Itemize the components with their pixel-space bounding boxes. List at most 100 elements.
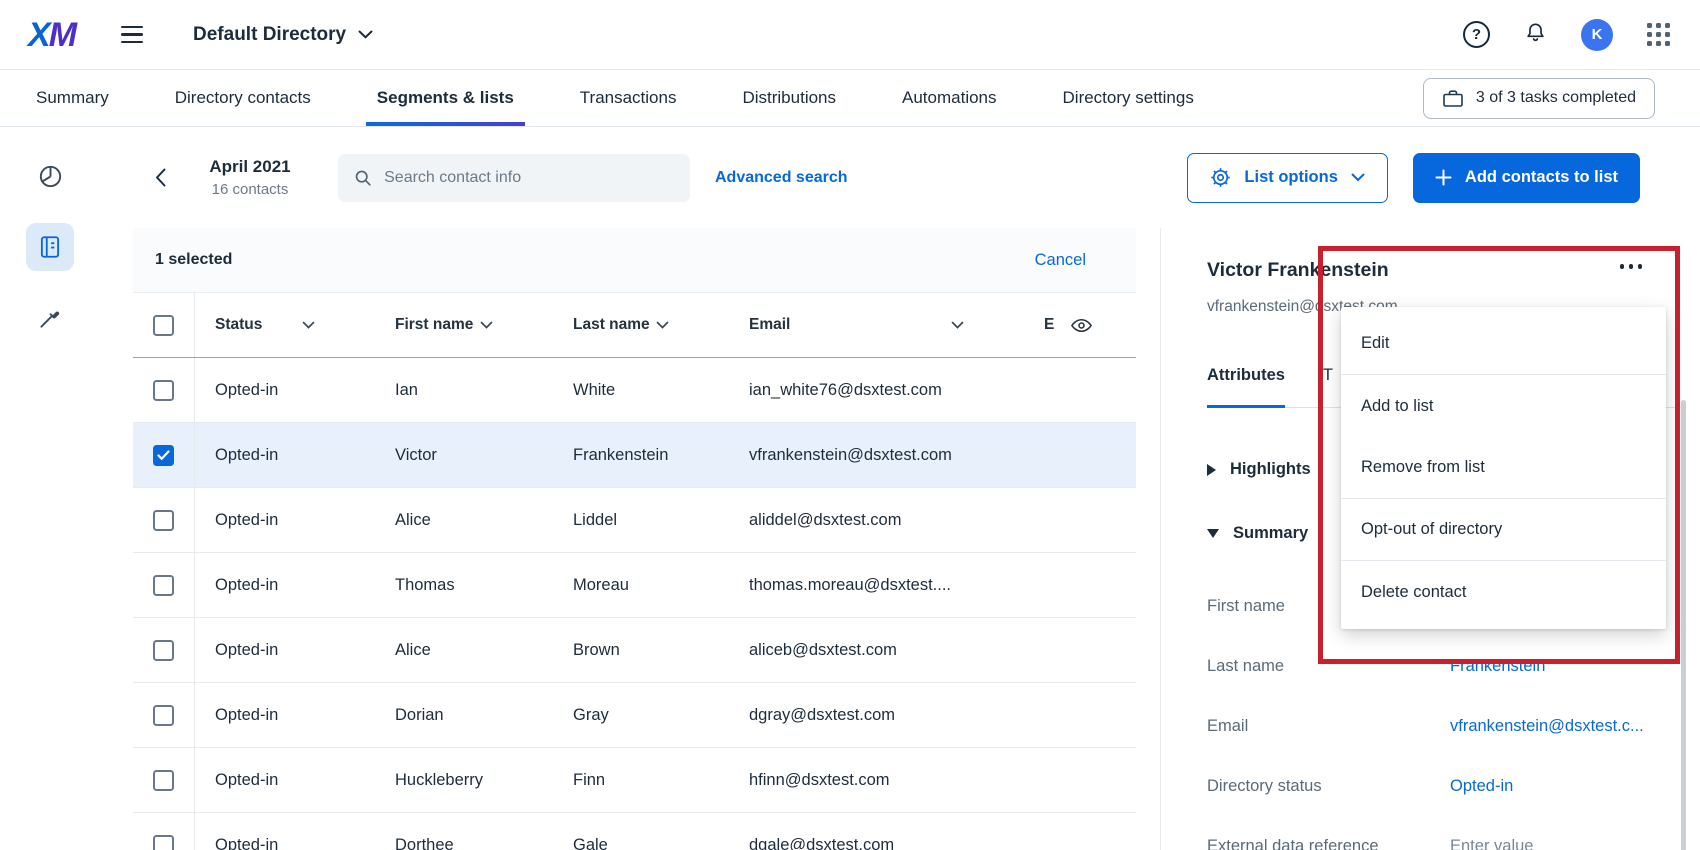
add-contacts-button[interactable]: Add contacts to list bbox=[1413, 153, 1640, 203]
chevron-down-icon[interactable] bbox=[656, 321, 669, 329]
selection-count: 1 selected bbox=[155, 251, 232, 269]
row-checkbox-cell bbox=[133, 683, 195, 747]
chevron-left-icon bbox=[155, 168, 166, 187]
hamburger-menu-button[interactable] bbox=[117, 22, 147, 48]
tab-transactions[interactable]: Transactions bbox=[547, 70, 710, 126]
header-checkbox-cell bbox=[133, 293, 195, 357]
row-checkbox[interactable] bbox=[153, 575, 174, 596]
column-label: Status bbox=[215, 316, 262, 334]
row-checkbox-cell bbox=[133, 553, 195, 617]
table-header: Status First name Last name Email bbox=[133, 293, 1136, 358]
table-row[interactable]: Opted-in Thomas Moreau thomas.moreau@dsx… bbox=[133, 553, 1136, 618]
cell-email: ian_white76@dsxtest.com bbox=[729, 358, 1024, 422]
cell-email: vfrankenstein@dsxtest.com bbox=[729, 423, 1024, 487]
tab-directory-contacts[interactable]: Directory contacts bbox=[142, 70, 344, 126]
help-button[interactable]: ? bbox=[1463, 21, 1490, 48]
tasks-completed-label: 3 of 3 tasks completed bbox=[1476, 89, 1636, 107]
help-icon: ? bbox=[1463, 21, 1490, 48]
cell-last-name: Brown bbox=[553, 618, 729, 682]
menu-item-delete-contact[interactable]: Delete contact bbox=[1341, 561, 1666, 623]
summary-fields: First name Last name Frankenstein Email … bbox=[1207, 597, 1684, 850]
column-visibility-icon[interactable] bbox=[1070, 317, 1093, 334]
table-row[interactable]: Opted-in Victor Frankenstein vfrankenste… bbox=[133, 423, 1136, 488]
row-checkbox[interactable] bbox=[153, 445, 174, 466]
chevron-down-icon[interactable] bbox=[480, 321, 493, 329]
app-switcher-button[interactable] bbox=[1647, 23, 1670, 46]
field-label: Last name bbox=[1207, 657, 1450, 676]
chevron-down-icon[interactable] bbox=[302, 321, 315, 329]
directory-nav: SummaryDirectory contactsSegments & list… bbox=[0, 70, 1700, 127]
cell-status: Opted-in bbox=[195, 423, 375, 487]
detail-tab-attributes[interactable]: Attributes bbox=[1207, 366, 1285, 407]
row-checkbox[interactable] bbox=[153, 835, 174, 850]
menu-item-edit[interactable]: Edit bbox=[1341, 313, 1666, 375]
panel-scrollbar[interactable] bbox=[1681, 400, 1686, 850]
row-checkbox[interactable] bbox=[153, 770, 174, 791]
tab-segments-lists[interactable]: Segments & lists bbox=[344, 70, 547, 126]
cell-first-name: Huckleberry bbox=[375, 748, 553, 812]
column-header-email[interactable]: Email bbox=[729, 293, 1024, 357]
table-row[interactable]: Opted-in Alice Brown aliceb@dsxtest.com bbox=[133, 618, 1136, 683]
back-button[interactable] bbox=[146, 164, 174, 192]
row-checkbox-cell bbox=[133, 748, 195, 812]
row-checkbox-cell bbox=[133, 358, 195, 422]
cell-status: Opted-in bbox=[195, 618, 375, 682]
table-row[interactable]: Opted-in Huckleberry Finn hfinn@dsxtest.… bbox=[133, 748, 1136, 813]
caret-down-icon bbox=[1207, 529, 1219, 538]
cancel-selection-link[interactable]: Cancel bbox=[1035, 251, 1086, 270]
directory-selector[interactable]: Default Directory bbox=[193, 24, 373, 46]
list-options-button[interactable]: List options bbox=[1187, 153, 1388, 203]
tab-distributions[interactable]: Distributions bbox=[709, 70, 869, 126]
field-value[interactable]: Frankenstein bbox=[1450, 657, 1684, 676]
rail-segments-button[interactable] bbox=[26, 152, 74, 200]
column-header-external[interactable]: E bbox=[1024, 293, 1136, 357]
rail-lists-button[interactable] bbox=[26, 223, 74, 271]
tasks-completed-button[interactable]: 3 of 3 tasks completed bbox=[1423, 78, 1655, 119]
advanced-search-link[interactable]: Advanced search bbox=[715, 169, 848, 187]
row-checkbox[interactable] bbox=[153, 640, 174, 661]
chevron-down-icon[interactable] bbox=[951, 321, 964, 329]
tab-directory-settings[interactable]: Directory settings bbox=[1030, 70, 1227, 126]
table-row[interactable]: Opted-in Dorian Gray dgray@dsxtest.com bbox=[133, 683, 1136, 748]
summary-section-toggle[interactable]: Summary bbox=[1207, 524, 1308, 543]
field-value[interactable]: Opted-in bbox=[1450, 777, 1684, 796]
table-row[interactable]: Opted-in Ian White ian_white76@dsxtest.c… bbox=[133, 358, 1136, 423]
field-value[interactable]: Enter value bbox=[1450, 837, 1684, 850]
avatar: K bbox=[1581, 19, 1613, 51]
tab-summary[interactable]: Summary bbox=[3, 70, 142, 126]
rail-tools-button[interactable] bbox=[26, 294, 74, 342]
menu-item-opt-out-of-directory[interactable]: Opt-out of directory bbox=[1341, 499, 1666, 561]
row-checkbox[interactable] bbox=[153, 510, 174, 531]
field-label: Directory status bbox=[1207, 777, 1450, 796]
detail-tab-t[interactable]: T bbox=[1323, 366, 1333, 407]
table-row[interactable]: Opted-in Dorthee Gale dgale@dsxtest.com bbox=[133, 813, 1136, 850]
cell-email: aliddel@dsxtest.com bbox=[729, 488, 1024, 552]
briefcase-icon bbox=[1442, 89, 1464, 108]
field-value[interactable]: vfrankenstein@dsxtest.c... bbox=[1450, 717, 1684, 736]
contacts-table: 1 selected Cancel Status First name bbox=[133, 228, 1136, 850]
row-checkbox[interactable] bbox=[153, 380, 174, 401]
detail-header: Victor Frankenstein bbox=[1207, 258, 1684, 282]
menu-item-remove-from-list[interactable]: Remove from list bbox=[1341, 437, 1666, 499]
column-header-status[interactable]: Status bbox=[195, 293, 375, 357]
menu-item-add-to-list[interactable]: Add to list bbox=[1341, 375, 1666, 437]
cell-first-name: Victor bbox=[375, 423, 553, 487]
table-row[interactable]: Opted-in Alice Liddel aliddel@dsxtest.co… bbox=[133, 488, 1136, 553]
field-label: External data reference bbox=[1207, 837, 1450, 850]
tab-automations[interactable]: Automations bbox=[869, 70, 1030, 126]
field-label: Email bbox=[1207, 717, 1450, 736]
select-all-checkbox[interactable] bbox=[153, 315, 174, 336]
account-button[interactable]: K bbox=[1581, 19, 1613, 51]
row-checkbox[interactable] bbox=[153, 705, 174, 726]
notifications-button[interactable] bbox=[1524, 21, 1547, 49]
cell-email: dgray@dsxtest.com bbox=[729, 683, 1024, 747]
cell-first-name: Alice bbox=[375, 488, 553, 552]
column-header-first-name[interactable]: First name bbox=[375, 293, 553, 357]
column-header-last-name[interactable]: Last name bbox=[553, 293, 729, 357]
cell-email: hfinn@dsxtest.com bbox=[729, 748, 1024, 812]
cell-status: Opted-in bbox=[195, 488, 375, 552]
search-input[interactable] bbox=[384, 169, 674, 187]
more-options-button[interactable] bbox=[1618, 258, 1645, 275]
list-book-icon bbox=[37, 234, 63, 260]
highlights-section-toggle[interactable]: Highlights bbox=[1207, 460, 1311, 479]
